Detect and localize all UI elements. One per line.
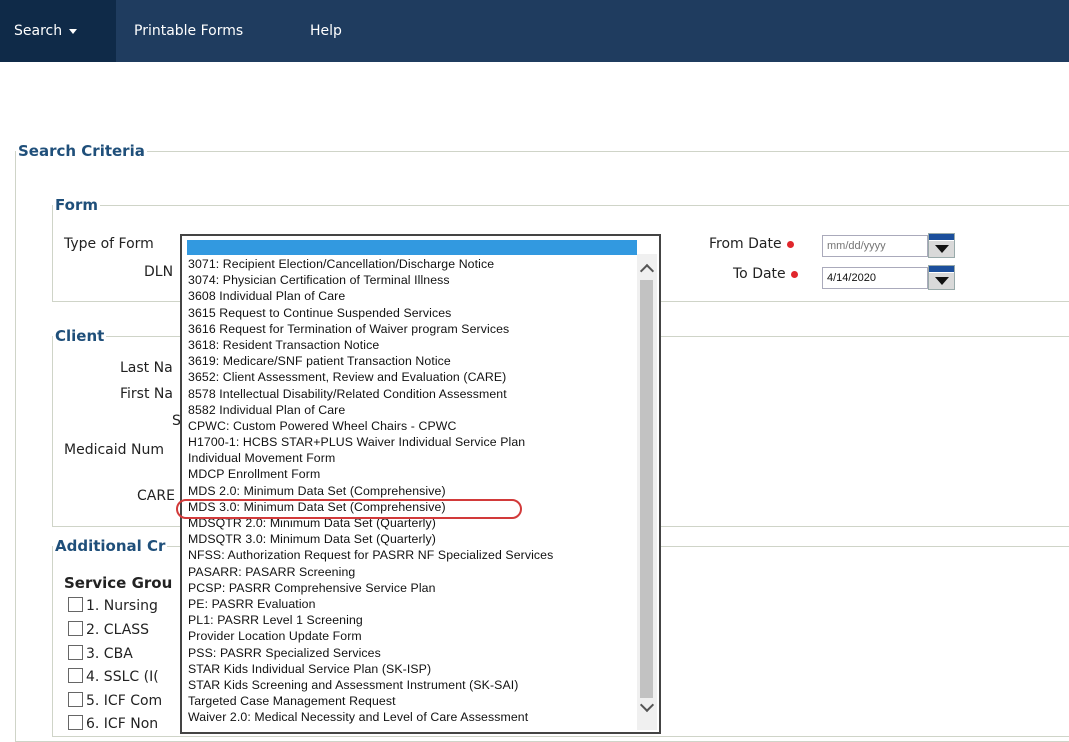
checkbox[interactable] (68, 597, 83, 612)
form-options-list: 3071: Recipient Election/Cancellation/Di… (188, 256, 638, 725)
listbox-scrollbar[interactable] (637, 254, 657, 730)
form-option[interactable]: 8582 Individual Plan of Care (188, 402, 638, 418)
form-option[interactable]: 3619: Medicare/SNF patient Transaction N… (188, 353, 638, 369)
scroll-up-icon[interactable] (639, 263, 655, 279)
form-option[interactable]: 3618: Resident Transaction Notice (188, 337, 638, 353)
nav-help[interactable]: Help (296, 0, 356, 62)
service-group-checkbox[interactable]: 6. ICF Non (68, 715, 158, 732)
checkbox[interactable] (68, 692, 83, 707)
form-option[interactable]: Targeted Case Management Request (188, 693, 638, 709)
form-option[interactable]: 3652: Client Assessment, Review and Eval… (188, 369, 638, 385)
service-group-checkbox[interactable]: 4. SSLC (I( (68, 668, 159, 685)
form-option[interactable]: MDCP Enrollment Form (188, 466, 638, 482)
scrollbar-thumb[interactable] (640, 280, 653, 698)
service-group-label: Service Grou (64, 574, 173, 592)
form-option[interactable]: 3071: Recipient Election/Cancellation/Di… (188, 256, 638, 272)
checkbox[interactable] (68, 621, 83, 636)
form-option[interactable]: PCSP: PASRR Comprehensive Service Plan (188, 580, 638, 596)
form-option[interactable]: 3608 Individual Plan of Care (188, 288, 638, 304)
form-option[interactable]: PE: PASRR Evaluation (188, 596, 638, 612)
form-option[interactable]: 8578 Intellectual Disability/Related Con… (188, 386, 638, 402)
form-option[interactable]: Provider Location Update Form (188, 628, 638, 644)
medicaid-number-label: Medicaid Num (64, 442, 164, 458)
scroll-down-icon[interactable] (639, 697, 655, 713)
checkbox[interactable] (68, 715, 83, 730)
selected-option-empty[interactable] (187, 240, 637, 255)
to-date-label: To Date (733, 266, 798, 282)
required-dot-icon (790, 270, 798, 278)
from-date-input[interactable] (822, 235, 928, 257)
calendar-icon[interactable] (928, 233, 955, 258)
checkbox[interactable] (68, 645, 83, 660)
form-option[interactable]: STAR Kids Screening and Assessment Instr… (188, 677, 638, 693)
type-of-form-listbox[interactable]: 3071: Recipient Election/Cancellation/Di… (180, 234, 661, 734)
form-option[interactable]: 3615 Request to Continue Suspended Servi… (188, 305, 638, 321)
nav-search-menu[interactable]: Search (0, 0, 116, 62)
search-criteria-legend: Search Criteria (18, 142, 145, 160)
type-of-form-label: Type of Form (64, 236, 154, 252)
to-date-input[interactable] (822, 267, 928, 289)
form-option[interactable]: Waiver 2.0: Medical Necessity and Level … (188, 709, 638, 725)
form-option[interactable]: NFSS: Authorization Request for PASRR NF… (188, 547, 638, 563)
first-name-label: First Na (120, 386, 173, 402)
service-group-checkbox[interactable]: 3. CBA (68, 645, 133, 662)
form-option[interactable]: Individual Movement Form (188, 450, 638, 466)
required-dot-icon (786, 240, 794, 248)
service-group-checkbox[interactable]: 1. Nursing (68, 597, 158, 614)
chevron-down-icon (69, 28, 78, 34)
top-navbar: Search Printable Forms Help (0, 0, 1069, 62)
service-group-checkbox[interactable]: 5. ICF Com (68, 692, 162, 709)
form-option[interactable]: PASARR: PASARR Screening (188, 564, 638, 580)
dln-label: DLN (144, 264, 174, 280)
calendar-icon[interactable] (928, 265, 955, 290)
form-option[interactable]: H1700-1: HCBS STAR+PLUS Waiver Individua… (188, 434, 638, 450)
form-option[interactable]: STAR Kids Individual Service Plan (SK-IS… (188, 661, 638, 677)
service-group-checkbox[interactable]: 2. CLASS (68, 621, 149, 638)
care-label: CARE (137, 488, 175, 504)
form-option[interactable]: 3074: Physician Certification of Termina… (188, 272, 638, 288)
nav-printable-forms[interactable]: Printable Forms (120, 0, 257, 62)
form-option[interactable]: MDS 2.0: Minimum Data Set (Comprehensive… (188, 483, 638, 499)
form-option[interactable]: MDSQTR 3.0: Minimum Data Set (Quarterly) (188, 531, 638, 547)
form-option[interactable]: PSS: PASRR Specialized Services (188, 645, 638, 661)
form-legend: Form (55, 196, 98, 214)
last-name-label: Last Na (120, 360, 173, 376)
nav-search-label: Search (14, 23, 63, 39)
additional-criteria-legend: Additional Cr (55, 537, 166, 555)
form-option[interactable]: MDSQTR 2.0: Minimum Data Set (Quarterly) (188, 515, 638, 531)
form-option[interactable]: MDS 3.0: Minimum Data Set (Comprehensive… (188, 499, 638, 515)
client-legend: Client (55, 327, 105, 345)
checkbox[interactable] (68, 668, 83, 683)
form-option[interactable]: PL1: PASRR Level 1 Screening (188, 612, 638, 628)
from-date-label: From Date (709, 236, 794, 252)
form-option[interactable]: CPWC: Custom Powered Wheel Chairs - CPWC (188, 418, 638, 434)
form-option[interactable]: 3616 Request for Termination of Waiver p… (188, 321, 638, 337)
